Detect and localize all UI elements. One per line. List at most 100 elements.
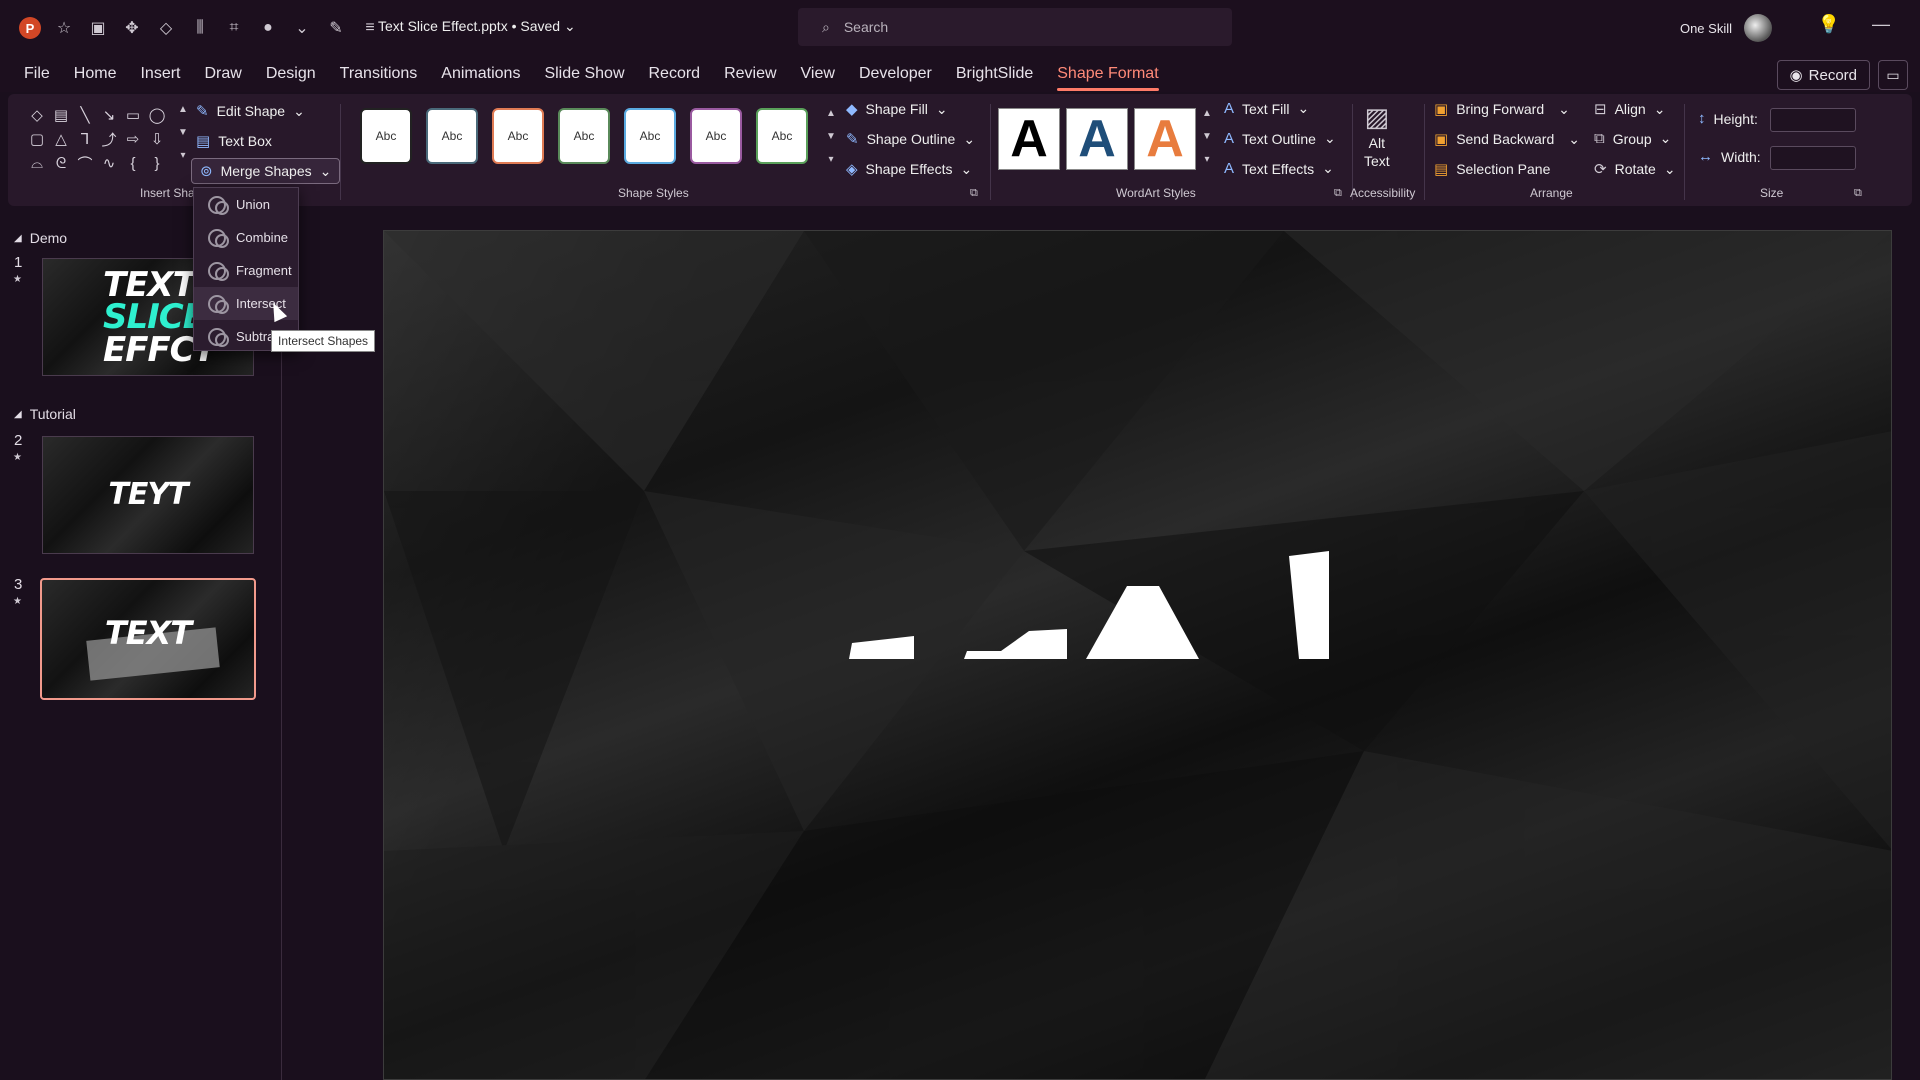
down-arrow-shape-icon[interactable]: ⇩ xyxy=(146,128,168,150)
freeform-shape-icon[interactable]: ⌓ xyxy=(26,152,48,174)
scroll-down-icon[interactable]: ▼ xyxy=(826,131,836,142)
group-button[interactable]: ⧉ Group ⌄ xyxy=(1594,130,1671,147)
shape-style-7[interactable]: Abc xyxy=(756,108,808,164)
rectangle-shape-icon[interactable]: ▭ xyxy=(122,104,144,126)
shape-style-5[interactable]: Abc xyxy=(624,108,676,164)
dialog-launcher-icon[interactable]: ⧉ xyxy=(1334,187,1342,200)
wordart-style-orange[interactable]: A xyxy=(1134,108,1196,170)
alt-text-button[interactable]: ▨ Alt Text xyxy=(1364,102,1390,169)
scroll-up-icon[interactable]: ▲ xyxy=(178,104,188,115)
move-icon[interactable]: ✥ xyxy=(118,14,146,42)
shape-style-4[interactable]: Abc xyxy=(558,108,610,164)
merge-shapes-button[interactable]: ⊚ Merge Shapes ⌄ xyxy=(191,158,341,184)
collapse-triangle-icon[interactable]: ◢ xyxy=(14,409,22,420)
menu-item-union[interactable]: Union xyxy=(194,188,298,221)
rounded-rect-shape-icon[interactable]: ▢ xyxy=(26,128,48,150)
shape-styles-scroll[interactable]: ▲ ▼ ▾ xyxy=(824,108,838,165)
arc-shape-icon[interactable]: ⌒ xyxy=(74,152,96,174)
scroll-down-icon[interactable]: ▼ xyxy=(1202,131,1212,142)
tab-developer[interactable]: Developer xyxy=(859,59,932,89)
rotate-button[interactable]: ⟳ Rotate ⌄ xyxy=(1594,160,1676,179)
tab-file[interactable]: File xyxy=(24,59,50,89)
line-shape-icon[interactable]: ╲ xyxy=(74,104,96,126)
tab-draw[interactable]: Draw xyxy=(204,59,241,89)
elbow-connector-icon[interactable]: ⅂ xyxy=(74,128,96,150)
tab-design[interactable]: Design xyxy=(266,59,316,89)
shape-effects-button[interactable]: ◈ Shape Effects ⌄ xyxy=(846,160,972,179)
crop-icon[interactable]: ⌗ xyxy=(220,14,248,42)
send-backward-button[interactable]: ▣ Send Backward ⌄ xyxy=(1434,130,1580,149)
shape-fill-button[interactable]: ◆ Shape Fill ⌄ xyxy=(846,100,948,119)
gallery-more-icon[interactable]: ▾ xyxy=(180,150,185,161)
tab-brightslide[interactable]: BrightSlide xyxy=(956,59,1033,89)
arrow-line-shape-icon[interactable]: ↘ xyxy=(98,104,120,126)
gallery-more-icon[interactable]: ▾ xyxy=(1204,154,1209,165)
shape-gallery-scroll[interactable]: ▲ ▼ ▾ xyxy=(176,104,190,161)
tab-insert[interactable]: Insert xyxy=(140,59,180,89)
comments-button[interactable]: ▭ xyxy=(1878,60,1908,90)
tab-record[interactable]: Record xyxy=(649,59,701,89)
section-tutorial[interactable]: ◢ Tutorial xyxy=(14,406,76,422)
scroll-up-icon[interactable]: ▲ xyxy=(1202,108,1212,119)
picture-icon[interactable]: ▣ xyxy=(84,14,112,42)
diamond-shape-icon[interactable]: ◇ xyxy=(26,104,48,126)
tab-home[interactable]: Home xyxy=(74,59,117,89)
dialog-launcher-icon[interactable]: ⧉ xyxy=(1854,187,1862,200)
align-button[interactable]: ⊟ Align ⌄ xyxy=(1594,100,1665,119)
bring-forward-button[interactable]: ▣ Bring Forward ⌄ xyxy=(1434,100,1570,119)
shape-gallery[interactable]: ◇ ▤ ╲ ↘ ▭ ◯ ▢ △ ⅂ ⤴ ⇨ ⇩ ⌓ ᘓ ⌒ ∿ { } xyxy=(26,104,174,174)
scribble-shape-icon[interactable]: ᘓ xyxy=(50,152,72,174)
selection-pane-button[interactable]: ▤ Selection Pane xyxy=(1434,160,1550,178)
collapse-triangle-icon[interactable]: ◢ xyxy=(14,233,22,244)
right-brace-shape-icon[interactable]: } xyxy=(146,152,168,174)
shape-style-3[interactable]: Abc xyxy=(492,108,544,164)
triangle-shape-icon[interactable]: △ xyxy=(50,128,72,150)
height-input[interactable] xyxy=(1770,108,1856,132)
shape-icon[interactable]: ◇ xyxy=(152,14,180,42)
slide-thumbnail-2[interactable]: TEYT xyxy=(42,436,254,554)
tab-view[interactable]: View xyxy=(801,59,835,89)
distribute-icon[interactable]: ⫼ xyxy=(186,14,214,42)
curve-shape-icon[interactable]: ∿ xyxy=(98,152,120,174)
slide-canvas[interactable] xyxy=(383,230,1892,1080)
left-brace-shape-icon[interactable]: { xyxy=(122,152,144,174)
tab-animations[interactable]: Animations xyxy=(441,59,520,89)
scroll-up-icon[interactable]: ▲ xyxy=(826,108,836,119)
gallery-more-icon[interactable]: ▾ xyxy=(828,154,833,165)
edit-shape-button[interactable]: ✎ Edit Shape ⌄ xyxy=(196,102,305,121)
star-icon[interactable]: ☆ xyxy=(50,14,78,42)
curved-connector-icon[interactable]: ⤴ xyxy=(98,128,120,150)
menu-item-combine[interactable]: Combine xyxy=(194,221,298,254)
search-box[interactable]: ⌕ Search xyxy=(798,8,1232,46)
wordart-style-blue[interactable]: A xyxy=(1066,108,1128,170)
tab-transitions[interactable]: Transitions xyxy=(340,59,418,89)
record-button[interactable]: ◉ Record xyxy=(1776,60,1870,90)
text-outline-button[interactable]: A Text Outline ⌄ xyxy=(1224,130,1336,147)
tab-slide-show[interactable]: Slide Show xyxy=(544,59,624,89)
textbox-shape-icon[interactable]: ▤ xyxy=(50,104,72,126)
section-demo[interactable]: ◢ Demo xyxy=(14,230,67,246)
shape-style-2[interactable]: Abc xyxy=(426,108,478,164)
oval-shape-icon[interactable]: ◯ xyxy=(146,104,168,126)
wordart-style-black[interactable]: A xyxy=(998,108,1060,170)
slide-thumbnail-3[interactable]: TEXT xyxy=(40,578,256,700)
text-fill-button[interactable]: A Text Fill ⌄ xyxy=(1224,100,1309,117)
dialog-launcher-icon[interactable]: ⧉ xyxy=(970,187,978,200)
right-arrow-shape-icon[interactable]: ⇨ xyxy=(122,128,144,150)
shape-style-1[interactable]: Abc xyxy=(360,108,412,164)
text-effects-button[interactable]: A Text Effects ⌄ xyxy=(1224,160,1334,177)
minimize-icon[interactable]: — xyxy=(1872,14,1890,35)
width-input[interactable] xyxy=(1770,146,1856,170)
text-box-button[interactable]: ▤ Text Box xyxy=(196,132,272,150)
account-area[interactable]: One Skill xyxy=(1680,14,1772,42)
document-title[interactable]: Text Slice Effect.pptx • Saved ⌄ xyxy=(378,18,576,35)
shape-style-6[interactable]: Abc xyxy=(690,108,742,164)
scroll-down-icon[interactable]: ▼ xyxy=(178,127,188,138)
tab-review[interactable]: Review xyxy=(724,59,776,89)
wordart-scroll[interactable]: ▲ ▼ ▾ xyxy=(1200,108,1214,165)
tab-shape-format[interactable]: Shape Format xyxy=(1057,59,1160,91)
dropdown-icon[interactable]: ⌄ xyxy=(288,14,316,42)
fill-color-icon[interactable]: ● xyxy=(254,14,282,42)
pen-icon[interactable]: ✎ xyxy=(322,14,350,42)
lightbulb-icon[interactable]: 💡 xyxy=(1818,14,1840,35)
